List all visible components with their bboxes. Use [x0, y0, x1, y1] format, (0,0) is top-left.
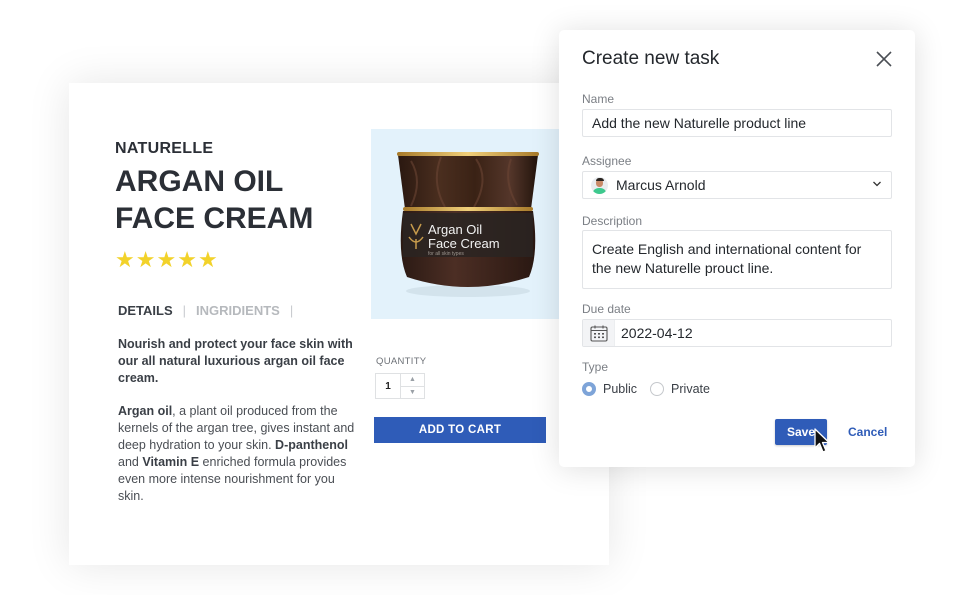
increment-icon[interactable]: ▲	[401, 374, 424, 386]
radio-public[interactable]	[582, 382, 596, 396]
name-label: Name	[582, 92, 615, 106]
calendar-icon[interactable]	[583, 320, 615, 346]
quantity-input[interactable]: 1	[376, 374, 401, 398]
assignee-value: Marcus Arnold	[616, 177, 706, 193]
quantity-arrows: ▲ ▼	[401, 374, 424, 398]
star-icon: ★	[115, 247, 135, 272]
star-icon: ★	[197, 247, 218, 272]
product-brand: NATURELLE	[115, 140, 214, 157]
cream-jar-image: Argan Oil Face Cream for all skin types	[397, 152, 539, 297]
save-button[interactable]: Save	[775, 419, 827, 445]
highlight-vitamin-e: Vitamin E	[142, 455, 200, 469]
product-tabs: DETAILS | INGRIDIENTS |	[118, 303, 293, 318]
product-intro: Nourish and protect your face skin with …	[118, 337, 353, 385]
assignee-select[interactable]: Marcus Arnold	[582, 171, 892, 199]
due-date-label: Due date	[582, 302, 631, 316]
highlight-d-panthenol: D-panthenol	[275, 438, 348, 452]
avatar	[591, 176, 608, 194]
star-icon: ★	[156, 247, 177, 272]
due-date-field[interactable]: 2022-04-12	[582, 319, 892, 347]
decrement-icon[interactable]: ▼	[401, 385, 424, 399]
radio-public-label[interactable]: Public	[603, 382, 637, 396]
close-icon[interactable]	[874, 49, 894, 69]
type-label: Type	[582, 360, 609, 374]
name-field[interactable]: Add the new Naturelle product line	[582, 109, 892, 137]
tab-separator: |	[289, 303, 294, 318]
chevron-down-icon	[872, 180, 882, 190]
radio-private[interactable]	[650, 382, 665, 396]
create-task-dialog: Create new task Name Add the new Naturel…	[559, 30, 915, 467]
radio-private-label[interactable]: Private	[671, 382, 710, 396]
dialog-title: Create new task	[582, 48, 720, 69]
tab-ingredients[interactable]: INGRIDIENTS	[196, 303, 280, 318]
tab-separator: |	[182, 303, 187, 318]
description-label: Description	[582, 214, 643, 228]
jar-label-line1: Argan Oil	[428, 222, 482, 237]
type-radio-group: Public Private	[582, 382, 723, 396]
star-icon: ★	[177, 247, 197, 272]
product-card: NATURELLE ARGAN OIL FACE CREAM ★ ★ ★ ★ ★…	[69, 83, 609, 565]
cancel-button[interactable]: Cancel	[848, 425, 887, 439]
quantity-stepper[interactable]: 1 ▲ ▼	[375, 373, 425, 399]
product-title: ARGAN OIL FACE CREAM	[115, 165, 314, 235]
description-text: and	[118, 455, 143, 469]
highlight-argan-oil: Argan oil	[118, 404, 173, 418]
product-image: Argan Oil Face Cream for all skin types	[371, 129, 565, 319]
star-rating: ★ ★ ★ ★ ★	[115, 249, 218, 271]
star-icon: ★	[135, 247, 156, 272]
add-to-cart-button[interactable]: ADD TO CART	[374, 417, 546, 443]
due-date-value: 2022-04-12	[621, 325, 693, 341]
quantity-label: QUANTITY	[376, 356, 427, 367]
jar-label-line2: Face Cream	[428, 236, 500, 251]
jar-label-sub: for all skin types	[428, 251, 464, 257]
assignee-label: Assignee	[582, 154, 632, 168]
description-field[interactable]: Create English and international content…	[582, 230, 892, 289]
product-description: Argan oil, a plant oil produced from the…	[118, 403, 358, 505]
tab-details[interactable]: DETAILS	[118, 303, 173, 318]
